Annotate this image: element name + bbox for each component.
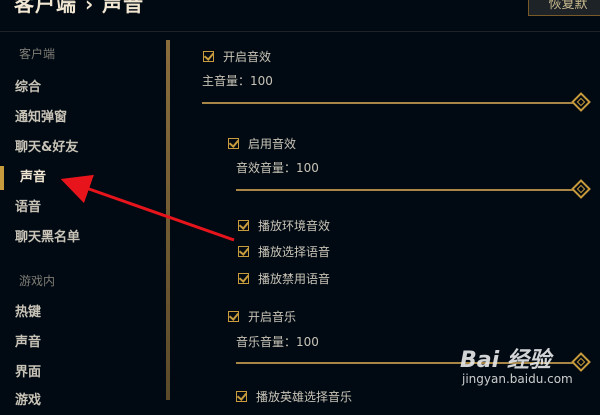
watermark-url: jingyan.baidu.com — [462, 372, 573, 386]
watermark-logo: Bai 经验 — [460, 348, 551, 373]
watermark: Bai 经验 jingyan.baidu.com — [448, 328, 598, 398]
